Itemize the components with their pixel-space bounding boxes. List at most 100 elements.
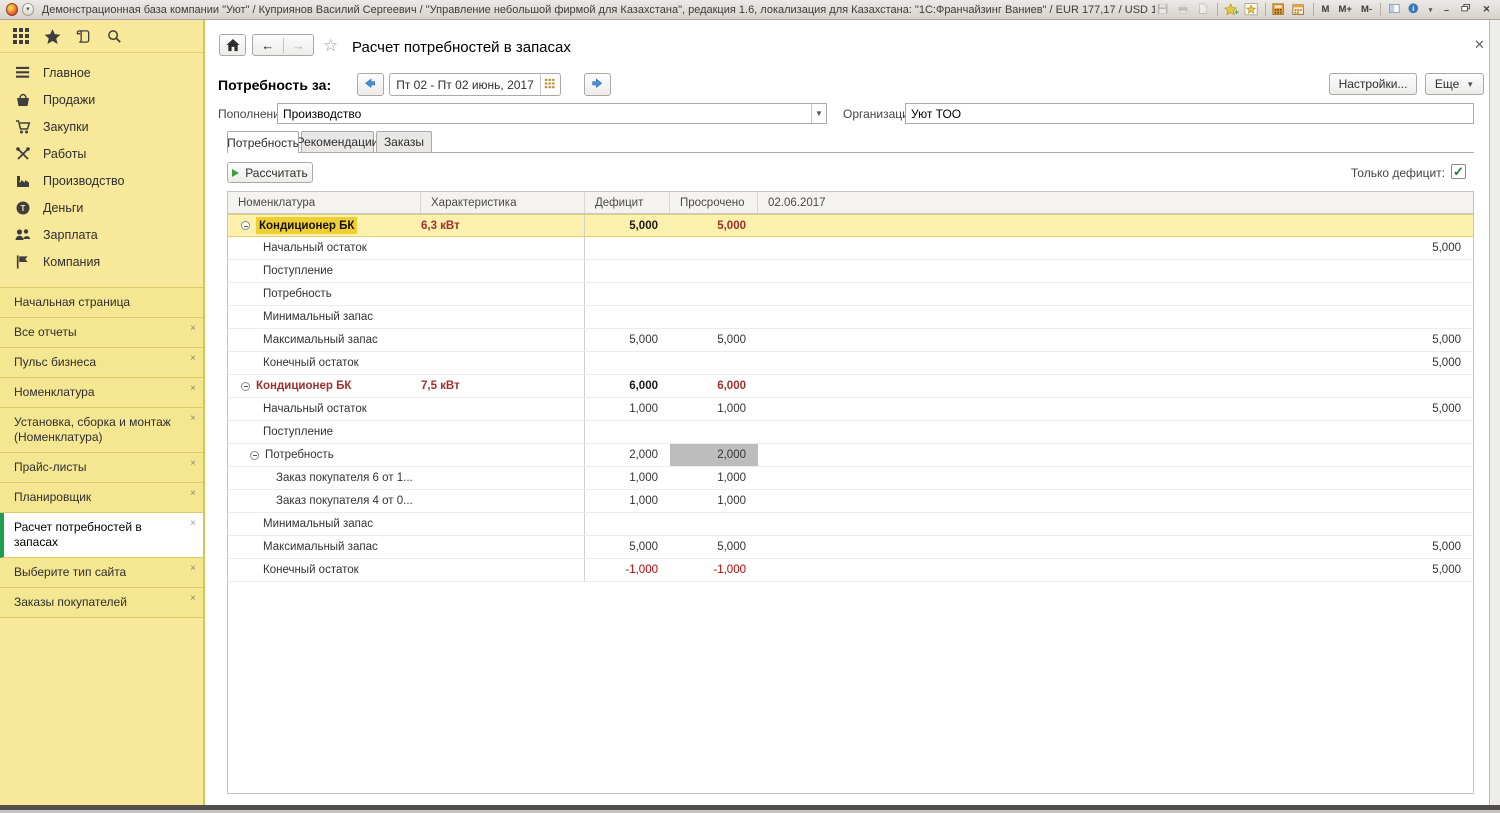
cell-deficit[interactable]: 1,000: [585, 490, 670, 512]
sidebar-window-item[interactable]: Расчет потребностей в запасах×: [0, 513, 203, 558]
calendar-icon[interactable]: [1291, 2, 1308, 17]
cell-deficit[interactable]: [585, 260, 670, 282]
table-row[interactable]: Поступление: [228, 260, 1473, 283]
sidebar-window-item[interactable]: Заказы покупателей×: [0, 588, 203, 618]
calculate-button[interactable]: Рассчитать: [227, 162, 313, 183]
cell-deficit[interactable]: [585, 237, 670, 259]
cell-date-value[interactable]: [758, 490, 1473, 512]
cell-overdue[interactable]: 5,000: [670, 536, 758, 558]
collapse-icon[interactable]: [250, 451, 259, 460]
next-period-button[interactable]: [584, 73, 611, 96]
cell-deficit[interactable]: [585, 283, 670, 305]
table-row[interactable]: Кондиционер БК6,3 кВт5,0005,000: [228, 214, 1473, 237]
sidebar-section-item[interactable]: Продажи: [0, 86, 203, 113]
cell-overdue[interactable]: [670, 260, 758, 282]
cell-overdue[interactable]: 1,000: [670, 398, 758, 420]
cell-nomenclature[interactable]: Конечный остаток: [228, 352, 421, 374]
cell-characteristic[interactable]: [421, 329, 585, 351]
table-row[interactable]: Поступление: [228, 421, 1473, 444]
print-icon[interactable]: [1175, 2, 1192, 17]
cell-overdue[interactable]: [670, 513, 758, 535]
cell-characteristic[interactable]: [421, 306, 585, 328]
table-row[interactable]: Минимальный запас: [228, 513, 1473, 536]
sidebar-section-item[interactable]: Главное: [0, 59, 203, 86]
cell-date-value[interactable]: 5,000: [758, 398, 1473, 420]
sidebar-window-item[interactable]: Установка, сборка и монтаж (Номенклатура…: [0, 408, 203, 453]
close-window-icon[interactable]: ×: [190, 351, 196, 366]
table-row[interactable]: Заказ покупателя 6 от 1... 1,0001,000: [228, 467, 1473, 490]
cell-nomenclature[interactable]: Заказ покупателя 4 от 0...: [228, 490, 421, 512]
cell-nomenclature[interactable]: Потребность: [228, 444, 421, 466]
preview-icon[interactable]: [1195, 2, 1212, 17]
cell-nomenclature[interactable]: Начальный остаток: [228, 398, 421, 420]
cell-nomenclature[interactable]: Заказ покупателя 6 от 1...: [228, 467, 421, 489]
only-deficit-checkbox[interactable]: ✓: [1451, 164, 1466, 179]
table-row[interactable]: Начальный остаток5,000: [228, 237, 1473, 260]
replenishment-dropdown-icon[interactable]: ▼: [811, 104, 826, 123]
back-button[interactable]: ←: [253, 38, 284, 53]
system-menu-icon[interactable]: ▾: [22, 3, 34, 16]
cell-date-value[interactable]: [758, 375, 1473, 397]
column-header-characteristic[interactable]: Характеристика: [421, 192, 585, 213]
cell-overdue[interactable]: 1,000: [670, 467, 758, 489]
cell-date-value[interactable]: [758, 467, 1473, 489]
close-window-icon[interactable]: ×: [190, 591, 196, 606]
settings-button[interactable]: Настройки...: [1329, 73, 1417, 95]
cell-characteristic[interactable]: [421, 352, 585, 374]
cell-date-value[interactable]: [758, 260, 1473, 282]
table-row[interactable]: Конечный остаток-1,000-1,0005,000: [228, 559, 1473, 582]
cell-date-value[interactable]: 5,000: [758, 329, 1473, 351]
favorite-star-icon[interactable]: ☆: [323, 36, 338, 56]
cell-characteristic[interactable]: [421, 260, 585, 282]
cell-overdue[interactable]: -1,000: [670, 559, 758, 581]
cell-deficit[interactable]: 5,000: [585, 536, 670, 558]
cell-deficit[interactable]: [585, 421, 670, 443]
cell-date-value[interactable]: [758, 306, 1473, 328]
cell-nomenclature[interactable]: Поступление: [228, 260, 421, 282]
cell-date-value[interactable]: 5,000: [758, 237, 1473, 259]
table-row[interactable]: Потребность2,0002,000: [228, 444, 1473, 467]
search-icon[interactable]: [105, 27, 123, 45]
sidebar-section-item[interactable]: Работы: [0, 140, 203, 167]
cell-nomenclature[interactable]: Кондиционер БК: [228, 215, 421, 236]
cell-deficit[interactable]: 1,000: [585, 467, 670, 489]
cell-deficit[interactable]: 6,000: [585, 375, 670, 397]
tab-potrebnost[interactable]: Потребность: [227, 131, 299, 153]
cell-nomenclature[interactable]: Поступление: [228, 421, 421, 443]
cell-deficit[interactable]: -1,000: [585, 559, 670, 581]
column-header-overdue[interactable]: Просрочено: [670, 192, 758, 213]
table-row[interactable]: Минимальный запас: [228, 306, 1473, 329]
cell-characteristic[interactable]: [421, 490, 585, 512]
previous-period-button[interactable]: [357, 73, 384, 96]
calculator-icon[interactable]: [1271, 2, 1288, 17]
cell-date-value[interactable]: [758, 283, 1473, 305]
more-button[interactable]: Еще ▼: [1425, 73, 1484, 95]
collapse-icon[interactable]: [241, 221, 250, 230]
cell-deficit[interactable]: 5,000: [585, 329, 670, 351]
replenishment-field[interactable]: Производство ▼: [277, 103, 827, 124]
cell-nomenclature[interactable]: Максимальный запас: [228, 536, 421, 558]
home-button[interactable]: [219, 34, 246, 56]
cell-date-value[interactable]: 5,000: [758, 352, 1473, 374]
close-button[interactable]: ✕: [1478, 2, 1495, 17]
cell-characteristic[interactable]: [421, 283, 585, 305]
period-field[interactable]: Пт 02 - Пт 02 июнь, 2017: [389, 73, 561, 96]
cell-nomenclature[interactable]: Кондиционер БК: [228, 375, 421, 397]
cell-overdue[interactable]: 2,000: [670, 444, 758, 466]
cell-nomenclature[interactable]: Минимальный запас: [228, 306, 421, 328]
close-window-icon[interactable]: ×: [190, 561, 196, 576]
tab-rekomendacii[interactable]: Рекомендации: [301, 131, 374, 152]
cell-deficit[interactable]: [585, 306, 670, 328]
cell-overdue[interactable]: 6,000: [670, 375, 758, 397]
organization-field[interactable]: Уют ТОО: [905, 103, 1474, 124]
cell-nomenclature[interactable]: Потребность: [228, 283, 421, 305]
cell-characteristic[interactable]: [421, 513, 585, 535]
table-row[interactable]: Заказ покупателя 4 от 0...1,0001,000: [228, 490, 1473, 513]
add-favorite-icon[interactable]: +: [1223, 2, 1240, 17]
column-header-date[interactable]: 02.06.2017: [758, 192, 1473, 213]
sidebar-window-item[interactable]: Выберите тип сайта×: [0, 558, 203, 588]
close-window-icon[interactable]: ×: [190, 516, 196, 531]
table-row[interactable]: Кондиционер БК7,5 кВт6,0006,000: [228, 375, 1473, 398]
cell-characteristic[interactable]: [421, 398, 585, 420]
table-row[interactable]: Максимальный запас5,0005,0005,000: [228, 536, 1473, 559]
